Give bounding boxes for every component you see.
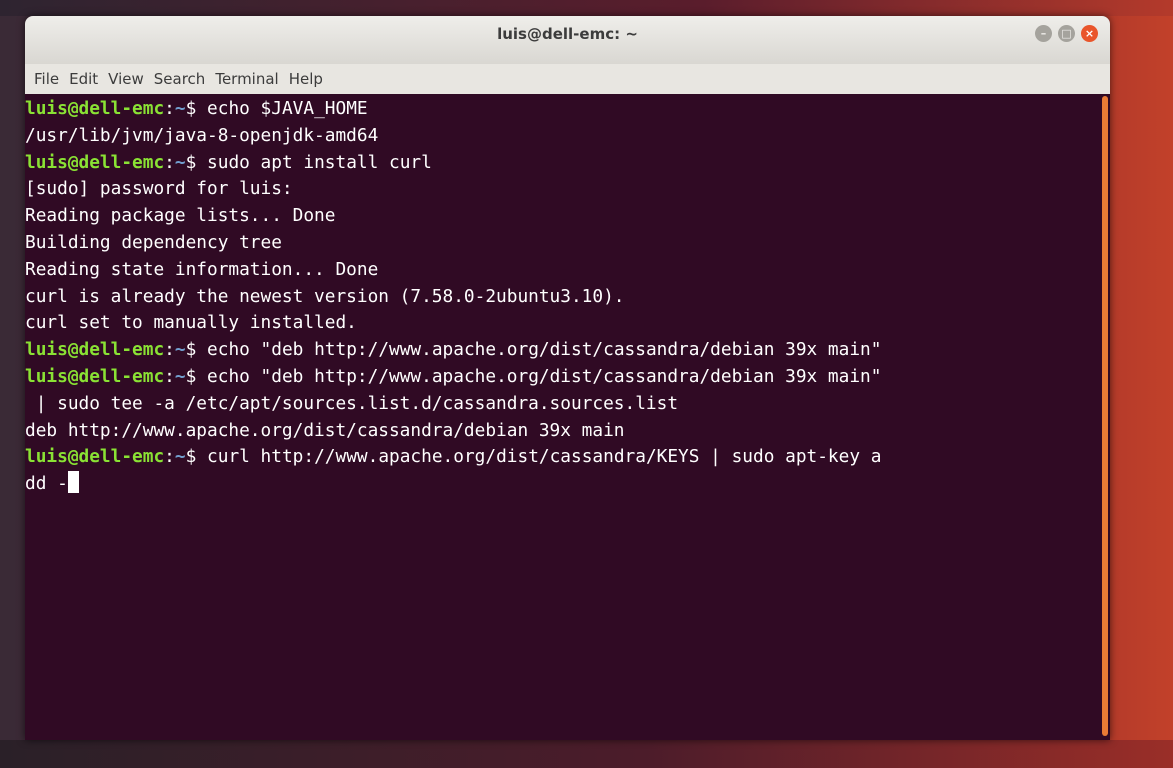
menu-bar: File Edit View Search Terminal Help (25, 64, 1110, 94)
prompt-user: luis@dell-emc (25, 339, 165, 361)
menu-terminal[interactable]: Terminal (214, 68, 279, 90)
terminal-window: luis@dell-emc: ~ – □ × File Edit View Se… (25, 16, 1110, 740)
terminal-command-line: luis@dell-emc:~$ echo "deb http://www.ap… (25, 364, 1100, 391)
terminal-command-line: luis@dell-emc:~$ echo "deb http://www.ap… (25, 337, 1100, 364)
desktop-background-top (0, 0, 1173, 16)
prompt-separator: : (164, 365, 175, 387)
output-text: curl is already the newest version (7.58… (25, 285, 625, 307)
output-text: /usr/lib/jvm/java-8-openjdk-amd64 (25, 124, 379, 146)
terminal-command-line: luis@dell-emc:~$ sudo apt install curl (25, 150, 1100, 177)
window-controls: – □ × (1035, 25, 1098, 42)
minimize-button[interactable]: – (1035, 25, 1052, 42)
terminal-output-line: | sudo tee -a /etc/apt/sources.list.d/ca… (25, 391, 1100, 418)
text-cursor (67, 471, 79, 494)
prompt-path: ~ (174, 339, 186, 361)
output-text: deb http://www.apache.org/dist/cassandra… (25, 419, 625, 441)
terminal-output-line: [sudo] password for luis: (25, 176, 1100, 203)
prompt-path: ~ (174, 365, 186, 387)
prompt-symbol: $ (185, 365, 208, 387)
prompt-symbol: $ (185, 151, 208, 173)
terminal-output-line: deb http://www.apache.org/dist/cassandra… (25, 418, 1100, 445)
command-text: echo "deb http://www.apache.org/dist/cas… (207, 339, 882, 361)
terminal-output-line: Reading state information... Done (25, 257, 1100, 284)
menu-search[interactable]: Search (153, 68, 207, 90)
prompt-symbol: $ (185, 98, 208, 119)
close-button[interactable]: × (1081, 25, 1098, 42)
prompt-separator: : (164, 98, 175, 119)
prompt-path: ~ (174, 151, 186, 173)
menu-help[interactable]: Help (288, 68, 324, 90)
menu-view[interactable]: View (107, 68, 145, 90)
menu-edit[interactable]: Edit (68, 68, 99, 90)
prompt-separator: : (164, 446, 175, 468)
window-title: luis@dell-emc: ~ (497, 25, 638, 43)
command-text: echo "deb http://www.apache.org/dist/cas… (207, 365, 882, 387)
terminal-command-line: luis@dell-emc:~$ curl http://www.apache.… (25, 444, 1100, 471)
prompt-separator: : (164, 151, 175, 173)
prompt-user: luis@dell-emc (25, 446, 165, 468)
command-text: sudo apt install curl (207, 151, 432, 173)
terminal-output-line: /usr/lib/jvm/java-8-openjdk-amd64 (25, 123, 1100, 150)
output-text: curl set to manually installed. (25, 312, 357, 334)
prompt-path: ~ (174, 446, 186, 468)
prompt-separator: : (164, 339, 175, 361)
output-text: [sudo] password for luis: (25, 178, 293, 200)
prompt-symbol: $ (185, 446, 208, 468)
prompt-user: luis@dell-emc (25, 151, 165, 173)
output-text: Reading state information... Done (25, 258, 379, 280)
prompt-user: luis@dell-emc (25, 365, 165, 387)
output-text: Reading package lists... Done (25, 205, 336, 227)
terminal-command-line: luis@dell-emc:~$ echo $JAVA_HOME (25, 96, 1100, 123)
output-text: Building dependency tree (25, 231, 282, 253)
prompt-path: ~ (174, 98, 186, 119)
terminal-output-line: Reading package lists... Done (25, 203, 1100, 230)
terminal-output-line: Building dependency tree (25, 230, 1100, 257)
prompt-symbol: $ (185, 339, 208, 361)
terminal-output-line: curl set to manually installed. (25, 310, 1100, 337)
scrollbar[interactable] (1102, 96, 1108, 736)
desktop-background-bottom (0, 740, 1173, 768)
command-text: curl http://www.apache.org/dist/cassandr… (207, 446, 882, 468)
menu-file[interactable]: File (33, 68, 60, 90)
maximize-button[interactable]: □ (1058, 25, 1075, 42)
input-text: dd - (25, 473, 68, 495)
terminal-output-line: curl is already the newest version (7.58… (25, 284, 1100, 311)
terminal-input-line: dd - (25, 471, 1100, 498)
command-text: echo $JAVA_HOME (207, 98, 368, 119)
terminal-output[interactable]: luis@dell-emc:~$ echo $JAVA_HOME/usr/lib… (25, 94, 1100, 740)
prompt-user: luis@dell-emc (25, 98, 165, 119)
output-text: | sudo tee -a /etc/apt/sources.list.d/ca… (25, 392, 679, 414)
title-bar[interactable]: luis@dell-emc: ~ – □ × (25, 16, 1110, 65)
